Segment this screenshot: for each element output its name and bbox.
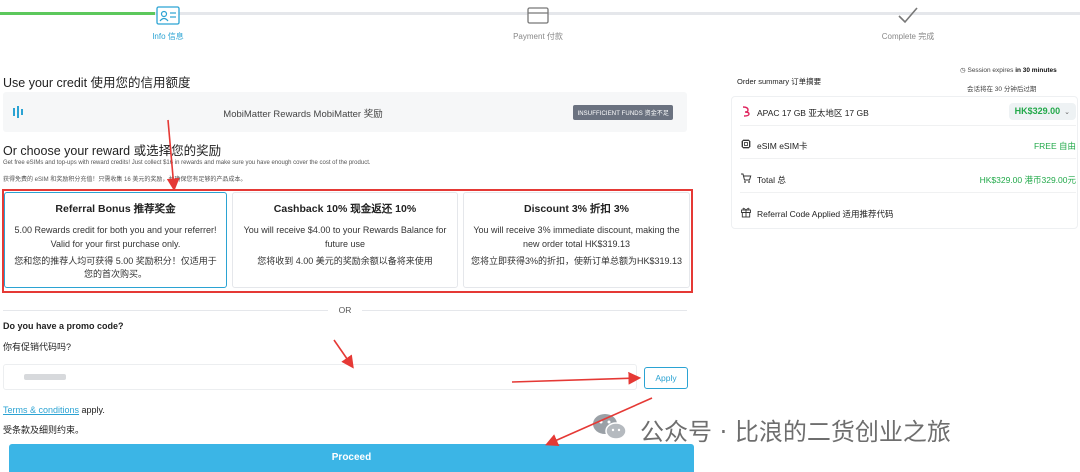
checkmark-icon (898, 7, 918, 24)
reward-option-desc-zh: 您和您的推荐人均可获得 5.00 奖励积分！仅适用于您的首次购买。 (14, 256, 217, 279)
terms-suffix: apply. (79, 405, 105, 415)
cart-icon (741, 173, 752, 183)
step-payment-label: Payment 付款 (513, 32, 563, 41)
reward-option-referral[interactable]: Referral Bonus 推荐奖金 5.00 Rewards credit … (4, 192, 227, 288)
reward-option-desc: 5.00 Rewards credit for both you and you… (14, 225, 217, 249)
reward-option-title: Referral Bonus 推荐奖金 (55, 203, 176, 215)
summary-row-referral: Referral Code Applied 适用推荐代码 (740, 205, 1076, 223)
session-expiry-zh: 会话将在 30 分钟后过期 (967, 86, 1037, 93)
gift-icon (741, 207, 751, 218)
reward-option-discount[interactable]: Discount 3% 折扣 3% You will receive 3% im… (463, 192, 690, 288)
terms-link[interactable]: Terms & conditions (3, 405, 79, 415)
proceed-button[interactable]: Proceed (9, 444, 694, 472)
reward-option-desc: You will receive $4.00 to your Rewards B… (243, 225, 447, 249)
step-info[interactable]: Info 信息 (98, 5, 238, 42)
blurred-promo-text (24, 374, 66, 380)
terms-line: Terms & conditions apply. (3, 405, 105, 415)
promo-question-zh: 你有促销代码吗? (3, 342, 72, 352)
rewards-credit-card: MobiMatter Rewards MobiMatter 奖励 INSUFFI… (3, 92, 687, 132)
esim-value: FREE 自由 (1033, 141, 1076, 151)
reward-option-desc-zh: 您将立即获得3%的折扣，使新订单总额为HK$319.13 (470, 256, 683, 266)
step-complete-label: Complete 完成 (881, 32, 935, 41)
step-complete[interactable]: Complete 完成 (838, 5, 978, 42)
or-divider: OR (3, 303, 687, 317)
reward-description-zh: 获得免费的 eSIM 和奖励积分充值！只需收集 16 美元的奖励，并确保您有足够… (3, 177, 247, 183)
summary-row-plan: APAC 17 GB 亚太地区 17 GB HK$329.00 ⌄ (740, 103, 1076, 126)
promo-code-input[interactable] (3, 364, 637, 390)
reward-option-title: Cashback 10% 现金返还 10% (273, 203, 417, 215)
step-payment[interactable]: Payment 付款 (468, 5, 608, 42)
id-card-icon (156, 6, 180, 25)
chip-icon (741, 139, 751, 149)
credit-card-icon (527, 7, 549, 24)
total-label: Total 总 (757, 175, 786, 185)
promo-question: Do you have a promo code? (3, 321, 124, 331)
step-info-label: Info 信息 (152, 32, 184, 41)
clock-icon: ◷ (960, 67, 966, 74)
reward-option-cashback[interactable]: Cashback 10% 现金返还 10% You will receive $… (232, 192, 458, 288)
order-summary-title: Order summary 订单摘要 (737, 77, 822, 86)
session-time: in 30 minutes (1015, 67, 1057, 74)
chevron-down-icon: ⌄ (1064, 109, 1070, 116)
session-expiry: ◷ Session expires in 30 minutes (960, 66, 1074, 74)
credit-heading: Use your credit 使用您的信用额度 (3, 76, 191, 90)
apply-button[interactable]: Apply (644, 367, 688, 389)
wechat-logo-icon (593, 414, 627, 440)
checkout-page: Info 信息 Payment 付款 Complete 完成 Use your … (0, 0, 1080, 472)
terms-zh: 受条款及细则约束。 (3, 425, 85, 435)
reward-option-desc-zh: 您将收到 4.00 美元的奖励余额以备将来使用 (257, 256, 433, 266)
total-value: HK$329.00 港币329.00元 (979, 175, 1076, 185)
reward-option-desc: You will receive 3% immediate discount, … (473, 225, 680, 249)
reward-option-title: Discount 3% 折扣 3% (523, 203, 630, 215)
referral-applied-label: Referral Code Applied 适用推荐代码 (757, 209, 894, 219)
plan-price: HK$329.00 (1014, 106, 1061, 116)
reward-heading: Or choose your reward 或选择您的奖励 (3, 144, 222, 158)
credit-provider-name: MobiMatter Rewards MobiMatter 奖励 (223, 109, 383, 120)
esim-label: eSIM eSIM卡 (757, 141, 808, 151)
or-label: OR (338, 305, 352, 315)
watermark-text: 公众号 · 比浪的二货创业之旅 (640, 418, 951, 446)
checkout-stepper: Info 信息 Payment 付款 Complete 完成 (0, 0, 1080, 48)
session-prefix: Session expires (967, 67, 1016, 74)
plan-label: APAC 17 GB 亚太地区 17 GB (757, 108, 869, 118)
annotation-arrow (333, 339, 354, 369)
insufficient-funds-badge: INSUFFICIENT FUNDS 资金不足 (573, 105, 673, 120)
summary-row-total: Total 总 HK$329.00 港币329.00元 (740, 171, 1076, 193)
plan-price-dropdown[interactable]: HK$329.00 ⌄ (1008, 103, 1076, 120)
summary-row-esim: eSIM eSIM卡 FREE 自由 (740, 137, 1076, 159)
reward-description: Get free eSIMs and top-ups with reward c… (3, 160, 371, 166)
carrier-logo-icon (742, 106, 750, 117)
